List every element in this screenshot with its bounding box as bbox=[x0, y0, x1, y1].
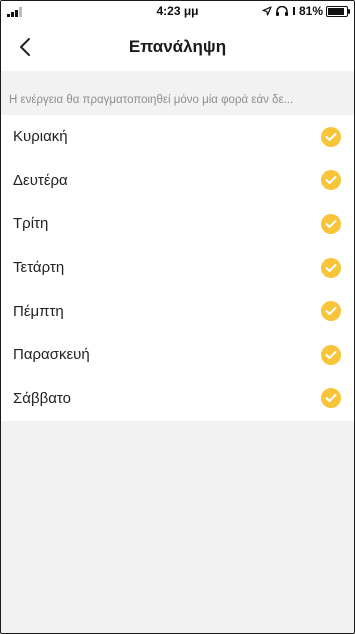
navigation-bar: Επανάληψη bbox=[1, 21, 354, 71]
day-label: Τετάρτη bbox=[13, 259, 65, 277]
status-bar: 4:23 μμ 81% bbox=[1, 1, 354, 21]
day-label: Πέμπτη bbox=[13, 302, 64, 320]
repeat-hint-text: Η ενέργεια θα πραγματοποιηθεί μόνο μία φ… bbox=[9, 94, 294, 106]
day-label: Δευτέρα bbox=[13, 171, 68, 189]
day-label: Παρασκευή bbox=[13, 346, 90, 364]
day-row-wednesday[interactable]: Τετάρτη bbox=[1, 246, 354, 290]
day-row-thursday[interactable]: Πέμπτη bbox=[1, 289, 354, 333]
day-row-monday[interactable]: Δευτέρα bbox=[1, 159, 354, 203]
status-right: 81% bbox=[262, 4, 350, 18]
headphones-icon bbox=[275, 6, 288, 16]
check-circle-icon bbox=[321, 301, 341, 322]
check-circle-icon bbox=[321, 257, 341, 278]
check-circle-icon bbox=[321, 388, 341, 409]
day-label: Σάββατο bbox=[13, 389, 71, 407]
battery-percent: 81% bbox=[298, 4, 323, 18]
check-circle-icon bbox=[321, 344, 341, 365]
page-title: Επανάληψη bbox=[128, 37, 227, 56]
day-label: Τρίτη bbox=[13, 215, 49, 233]
day-row-sunday[interactable]: Κυριακή bbox=[1, 115, 354, 159]
check-circle-icon bbox=[321, 170, 341, 191]
day-row-saturday[interactable]: Σάββατο bbox=[1, 377, 354, 421]
screen: 4:23 μμ 81% Επανάληψη Η ενέργεια θα πραγ bbox=[0, 0, 355, 634]
location-arrow-icon bbox=[262, 6, 272, 16]
day-row-friday[interactable]: Παρασκευή bbox=[1, 333, 354, 377]
day-row-tuesday[interactable]: Τρίτη bbox=[1, 202, 354, 246]
check-circle-icon bbox=[321, 126, 341, 147]
battery-icon bbox=[326, 5, 350, 17]
day-label: Κυριακή bbox=[13, 128, 68, 146]
weekday-list: Κυριακή Δευτέρα Τρίτη Τετάρτη Πέμπτη Παρ… bbox=[1, 115, 354, 421]
check-circle-icon bbox=[321, 213, 341, 234]
alarm-indicator-icon bbox=[292, 7, 295, 15]
